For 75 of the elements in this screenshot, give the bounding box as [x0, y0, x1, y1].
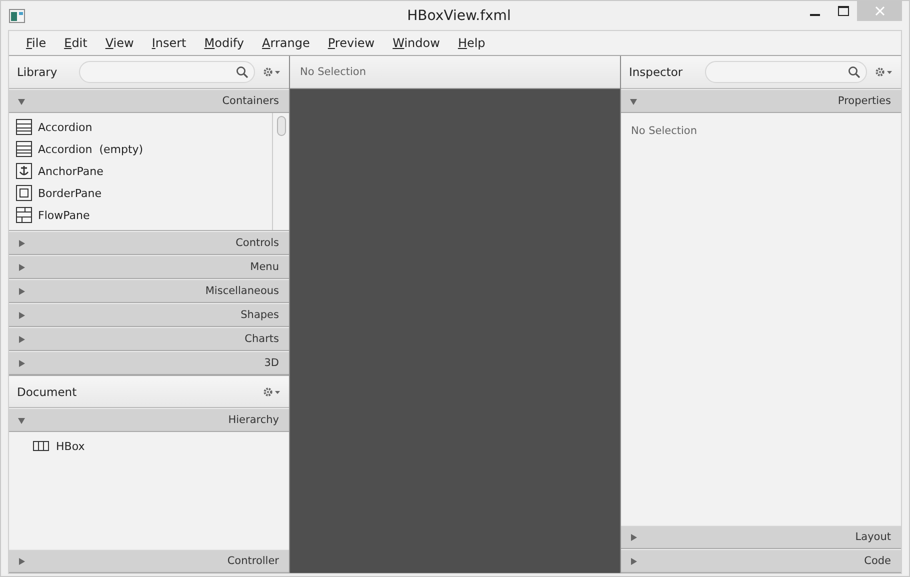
menu-item[interactable]: Insert	[142, 36, 196, 50]
section-header[interactable]: Miscellaneous	[9, 279, 289, 303]
expand-triangle-icon[interactable]	[630, 534, 637, 540]
accordion-pane-icon	[16, 141, 32, 157]
border-pane-icon	[16, 185, 32, 201]
minimize-icon	[810, 14, 820, 16]
section-title: Code	[864, 555, 891, 567]
gear-icon[interactable]	[263, 386, 281, 396]
selection-status: No Selection	[300, 66, 366, 78]
accordion-pane-icon	[16, 119, 32, 135]
section-header[interactable]: Charts	[9, 327, 289, 351]
properties-message: No Selection	[631, 125, 698, 137]
window-title: HBoxView.fxml	[407, 8, 511, 24]
library-item[interactable]: Accordion (empty)	[9, 138, 272, 160]
menu-item[interactable]: Arrange	[253, 36, 319, 50]
search-icon	[236, 66, 248, 78]
expand-triangle-icon[interactable]	[18, 336, 25, 342]
expand-triangle-icon[interactable]	[18, 360, 25, 366]
library-item[interactable]: BorderPane	[9, 182, 272, 204]
gear-icon[interactable]	[263, 67, 281, 77]
anchor-pane-icon	[16, 163, 32, 179]
hbox-icon	[33, 441, 49, 451]
expand-triangle-icon[interactable]	[18, 558, 25, 564]
library-item[interactable]: Accordion	[9, 116, 272, 138]
section-title: 3D	[264, 357, 279, 369]
section-title: Menu	[250, 261, 279, 273]
section-title: Containers	[222, 95, 279, 107]
menu-item[interactable]: Help	[448, 36, 494, 50]
section-header[interactable]: Hierarchy	[9, 408, 289, 432]
section-header[interactable]: Layout	[621, 525, 901, 549]
section-header[interactable]: 3D	[9, 351, 289, 375]
tree-item[interactable]: HBox	[33, 437, 289, 455]
gear-icon[interactable]	[875, 67, 893, 77]
search-icon	[848, 66, 860, 78]
section-title: Properties	[838, 95, 891, 107]
menu-item[interactable]: Window	[384, 36, 449, 50]
menu-item[interactable]: View	[96, 36, 143, 50]
collapse-triangle-icon[interactable]	[18, 416, 25, 424]
section-title: Hierarchy	[228, 414, 279, 426]
section-header[interactable]: Controller	[9, 549, 289, 573]
maximize-icon	[838, 6, 848, 16]
flow-pane-icon	[16, 207, 32, 223]
panel-title: Inspector	[629, 65, 683, 79]
section-header[interactable]: Containers	[9, 89, 289, 113]
menu-item[interactable]: File	[17, 36, 56, 50]
section-header[interactable]: Shapes	[9, 303, 289, 327]
app-icon	[9, 8, 25, 22]
menu-item[interactable]: Edit	[55, 36, 96, 50]
section-title: Controls	[236, 237, 279, 249]
menu-item[interactable]: Modify	[195, 36, 254, 50]
collapse-triangle-icon[interactable]	[18, 98, 25, 104]
search-field[interactable]	[79, 61, 255, 83]
section-header[interactable]: Properties	[621, 89, 901, 113]
menu-item[interactable]: Preview	[318, 36, 384, 50]
expand-triangle-icon[interactable]	[18, 264, 25, 270]
expand-triangle-icon[interactable]	[630, 558, 637, 564]
library-item[interactable]: FlowPane	[9, 204, 272, 226]
search-field[interactable]	[704, 61, 867, 83]
section-header[interactable]: Menu	[9, 255, 289, 279]
section-title: Layout	[855, 531, 891, 543]
panel-title: Library	[17, 65, 58, 79]
panel-title: Document	[17, 384, 77, 398]
expand-triangle-icon[interactable]	[18, 312, 25, 318]
section-title: Shapes	[240, 309, 279, 321]
scrollbar[interactable]	[272, 113, 289, 230]
section-header[interactable]: Code	[621, 549, 901, 573]
close-icon	[874, 6, 884, 16]
section-title: Miscellaneous	[205, 285, 279, 297]
section-title: Controller	[227, 555, 279, 567]
expand-triangle-icon[interactable]	[18, 288, 25, 294]
section-header[interactable]: Controls	[9, 231, 289, 255]
collapse-triangle-icon[interactable]	[630, 98, 637, 104]
section-title: Charts	[244, 333, 279, 345]
library-item[interactable]: AnchorPane	[9, 160, 272, 182]
expand-triangle-icon[interactable]	[18, 240, 25, 246]
